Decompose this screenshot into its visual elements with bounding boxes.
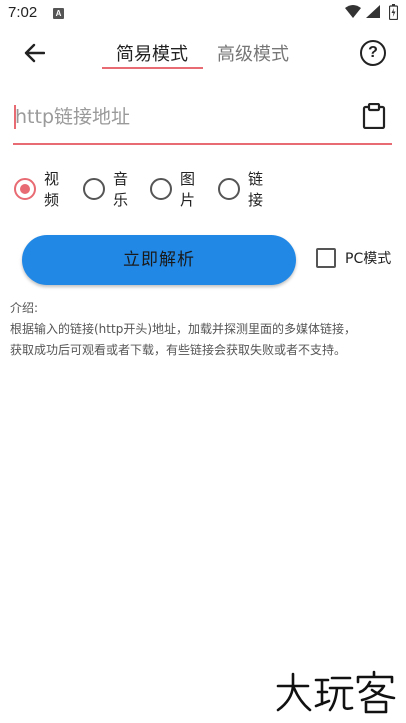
radio-unchecked-icon [83,178,105,200]
intro-heading: 介绍: [10,301,39,315]
back-button[interactable] [18,38,50,68]
notification-a-icon: A [53,8,64,19]
radio-music[interactable]: 音乐 [83,170,128,209]
help-button[interactable]: ? [360,40,386,66]
watermark-logo [276,670,396,714]
status-time: 7:02 [8,4,38,21]
back-arrow-icon [24,43,45,63]
radio-image[interactable]: 图片 [150,170,195,209]
radio-label-image: 图片 [180,170,196,209]
checkbox-unchecked-icon [316,248,336,268]
tab-indicator [102,67,203,69]
radio-video[interactable]: 视频 [14,170,59,209]
clipboard-icon [362,102,386,130]
battery-icon [389,4,398,20]
intro-line-2: 获取成功后可观看或者下载，有些链接会获取失败或者不支持。 [10,343,347,357]
parse-button[interactable]: 立即解析 [22,235,296,285]
radio-label-video: 视频 [44,170,60,209]
radio-label-link: 链接 [248,170,264,209]
url-input[interactable] [15,102,345,132]
radio-unchecked-icon [150,178,172,200]
radio-unchecked-icon [218,178,240,200]
toolbar: 简易模式 高级模式 ? [0,28,406,78]
intro-line-1: 根据输入的链接(http开头)地址，加载并探测里面的多媒体链接， [10,322,356,336]
radio-checked-icon [14,178,36,200]
pc-mode-checkbox[interactable]: PC模式 [316,247,391,269]
tab-advanced-mode[interactable]: 高级模式 [217,40,289,66]
radio-link[interactable]: 链接 [218,170,263,209]
intro-section: 介绍: 根据输入的链接(http开头)地址，加载并探测里面的多媒体链接， 获取成… [10,298,400,361]
status-bar: 7:02 A [0,0,406,28]
help-question-icon: ? [368,44,378,61]
radio-label-music: 音乐 [113,170,129,209]
pc-mode-label: PC模式 [345,251,392,267]
tab-simple-mode[interactable]: 简易模式 [116,40,188,66]
signal-icon [366,5,380,18]
wifi-icon [345,5,361,18]
url-field [13,96,392,145]
paste-button[interactable] [362,102,386,130]
